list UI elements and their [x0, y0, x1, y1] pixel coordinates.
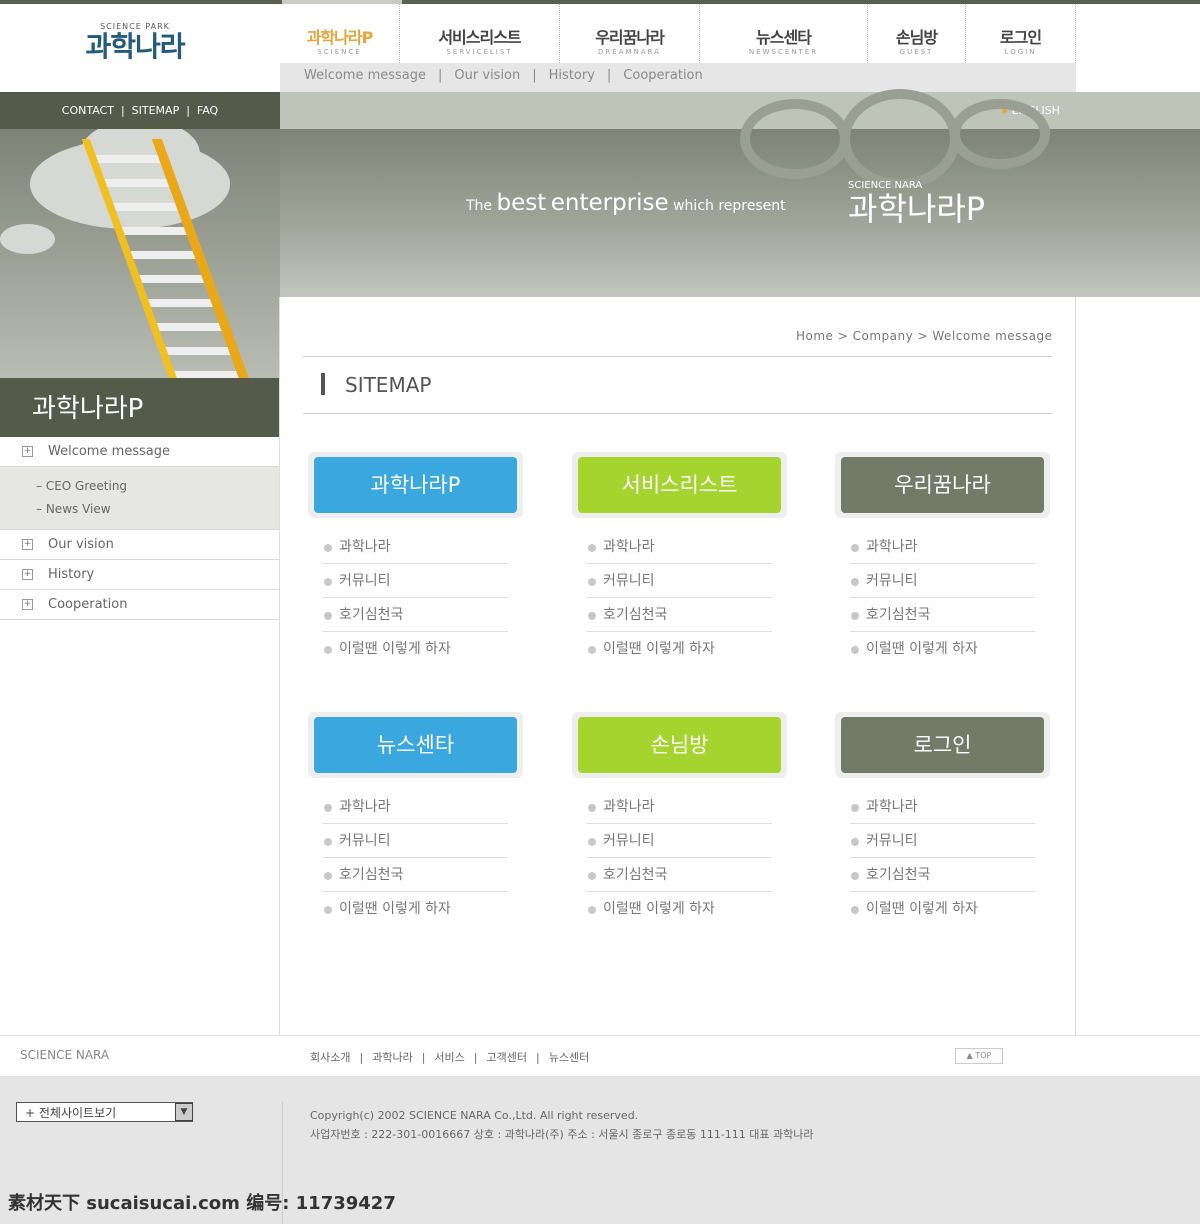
nav-sublabel: LOGIN [1004, 48, 1037, 56]
sitemap-link[interactable]: 커뮤니티 [323, 824, 508, 858]
sitemap-card: 로그인과학나라 커뮤니티 호기심천국 이럴땐 이렇게 하자 [835, 712, 1050, 926]
subnav-item[interactable]: Cooperation [623, 68, 702, 83]
sitemap-link[interactable]: 과학나라 [323, 790, 508, 824]
sitemap-card: 과학나라P 과학나라 커뮤니티 호기심천국 이럴땐 이렇게 하자 [308, 452, 523, 666]
footer-link[interactable]: 뉴스센터 [549, 1051, 589, 1064]
footer-link[interactable]: 과학나라 [372, 1051, 412, 1064]
sitemap-link[interactable]: 호기심천국 [850, 858, 1035, 892]
plus-icon: + [22, 599, 33, 610]
sitemap-link[interactable]: 커뮤니티 [323, 564, 508, 598]
sitemap-link[interactable]: 커뮤니티 [587, 824, 772, 858]
left-nav-welcome[interactable]: + Welcome message [0, 437, 279, 467]
nav-label: 우리꿈나라 [595, 28, 665, 47]
sitemap-link[interactable]: 커뮤니티 [850, 824, 1035, 858]
sitemap-card-title[interactable]: 과학나라P [314, 457, 517, 513]
sitemap-card: 서비스리스트과학나라 커뮤니티 호기심천국 이럴땐 이렇게 하자 [572, 452, 787, 666]
nav-sublabel: DREAMNARA [598, 48, 661, 56]
nav-sublabel: SERVICELIST [446, 48, 513, 56]
divider [279, 297, 280, 1035]
sub-nav: Welcome message | Our vision | History | Coope… [280, 63, 1076, 92]
plus-icon: + [22, 539, 33, 550]
main-nav: 과학나라P SCIENCE 서비스리스트 SERVICELIST 우리꿈나라 DREAMN… [280, 4, 1076, 63]
footer-link[interactable]: 회사소개 [310, 1051, 350, 1064]
nav-item-4[interactable]: 뉴스센타 NEWSCENTER [700, 4, 868, 63]
sitemap-link[interactable]: 이럴땐 이렇게 하자 [323, 632, 508, 666]
faq-link[interactable]: FAQ [197, 104, 218, 117]
logo[interactable]: SCIENCE PARK 과학나라 [60, 22, 210, 63]
site-select[interactable]: + 전체사이트보기 ▼ [16, 1102, 193, 1122]
sitemap-link[interactable]: 이럴땐 이렇게 하자 [587, 892, 772, 926]
left-subnav: – CEO Greeting – News View [0, 467, 279, 530]
watermark: 素材天下 sucaisucai.com 编号: 11739427 [8, 1193, 396, 1214]
breadcrumb: Home > Company > Welcome message [796, 329, 1053, 343]
nav-item-2[interactable]: 서비스리스트 SERVICELIST [400, 4, 560, 63]
nav-item-6[interactable]: 로그인 LOGIN [966, 4, 1076, 63]
subnav-item[interactable]: History [549, 68, 595, 83]
left-nav: + Welcome message – CEO Greeting – News V… [0, 437, 279, 620]
footer-brand: SCIENCE NARA [20, 1048, 110, 1062]
nav-label: 로그인 [999, 28, 1042, 47]
sitemap-link[interactable]: SITEMAP [132, 104, 180, 117]
plus-icon: + [22, 569, 33, 580]
nav-item-3[interactable]: 우리꿈나라 DREAMNARA [560, 4, 700, 63]
sitemap-card-title[interactable]: 뉴스센타 [314, 717, 517, 773]
sitemap-link[interactable]: 과학나라 [850, 790, 1035, 824]
footer-link[interactable]: 고객센터 [487, 1051, 527, 1064]
sitemap-link[interactable]: 과학나라 [587, 790, 772, 824]
left-nav-ceo-greeting[interactable]: – CEO Greeting [36, 475, 279, 498]
sitemap-link[interactable]: 호기심천국 [323, 858, 508, 892]
left-nav-cooperation[interactable]: + Cooperation [0, 590, 279, 620]
sitemap-card: 뉴스센타과학나라 커뮤니티 호기심천국 이럴땐 이렇게 하자 [308, 712, 523, 926]
left-nav-history[interactable]: + History [0, 560, 279, 590]
sitemap-link[interactable]: 과학나라 [323, 530, 508, 564]
sitemap-link[interactable]: 호기심천국 [587, 598, 772, 632]
subnav-item[interactable]: Our vision [454, 68, 520, 83]
sitemap-card-title[interactable]: 서비스리스트 [578, 457, 781, 513]
left-nav-vision[interactable]: + Our vision [0, 530, 279, 560]
sitemap-card: 손님방과학나라 커뮤니티 호기심천국 이럴땐 이렇게 하자 [572, 712, 787, 926]
logo-title: 과학나라 [85, 30, 185, 63]
left-nav-news-view[interactable]: – News View [36, 498, 279, 521]
banner-brand: SCIENCE NARA 과학나라P [848, 180, 986, 228]
plus-icon: + [22, 446, 33, 457]
contact-link[interactable]: CONTACT [62, 104, 114, 117]
copyright: Copyrigh(c) 2002 SCIENCE NARA Co.,Ltd. A… [310, 1109, 814, 1141]
nav-item-5[interactable]: 손님방 GUEST [868, 4, 966, 63]
sitemap-card-title[interactable]: 손님방 [578, 717, 781, 773]
ladder-image [0, 129, 280, 378]
sitemap-link[interactable]: 과학나라 [850, 530, 1035, 564]
util-links: CONTACT | SITEMAP | FAQ [0, 92, 280, 129]
nav-sublabel: NEWSCENTER [748, 48, 819, 56]
sitemap-link[interactable]: 호기심천국 [850, 598, 1035, 632]
page-title: SITEMAP [303, 356, 1052, 414]
sitemap-link[interactable]: 호기심천국 [587, 858, 772, 892]
sitemap-link[interactable]: 이럴땐 이렇게 하자 [850, 632, 1035, 666]
nav-label: 손님방 [895, 28, 938, 47]
sitemap-card: 우리꿈나라과학나라 커뮤니티 호기심천국 이럴땐 이렇게 하자 [835, 452, 1050, 666]
nav-sublabel: GUEST [899, 48, 934, 56]
divider [1075, 297, 1076, 1035]
nav-label: 과학나라P [306, 28, 374, 47]
footer-top [0, 1035, 1200, 1076]
sitemap-link[interactable]: 이럴땐 이렇게 하자 [850, 892, 1035, 926]
subnav-item[interactable]: Welcome message [304, 68, 426, 83]
sitemap-card-title[interactable]: 우리꿈나라 [841, 457, 1044, 513]
sitemap-link[interactable]: 호기심천국 [323, 598, 508, 632]
nav-item-1[interactable]: 과학나라P SCIENCE [280, 4, 400, 63]
banner-tagline: The best enterprise which represent [466, 190, 786, 216]
top-button[interactable]: ▲ TOP [955, 1048, 1003, 1064]
dropdown-arrow-icon: ▼ [175, 1103, 193, 1121]
sitemap-link[interactable]: 이럴땐 이렇게 하자 [323, 892, 508, 926]
sitemap-link[interactable]: 커뮤니티 [850, 564, 1035, 598]
nav-label: 서비스리스트 [438, 28, 521, 47]
sitemap-link[interactable]: 커뮤니티 [587, 564, 772, 598]
nav-label: 뉴스센타 [756, 28, 812, 47]
footer-links: 회사소개 | 과학나라 | 서비스 | 고객센터 | 뉴스센터 [310, 1051, 590, 1064]
sitemap-link[interactable]: 이럴땐 이렇게 하자 [587, 632, 772, 666]
footer-link[interactable]: 서비스 [434, 1051, 464, 1064]
sitemap-link[interactable]: 과학나라 [587, 530, 772, 564]
nav-sublabel: SCIENCE [317, 48, 362, 56]
left-title: 과학나라P [0, 378, 280, 437]
sitemap-card-title[interactable]: 로그인 [841, 717, 1044, 773]
